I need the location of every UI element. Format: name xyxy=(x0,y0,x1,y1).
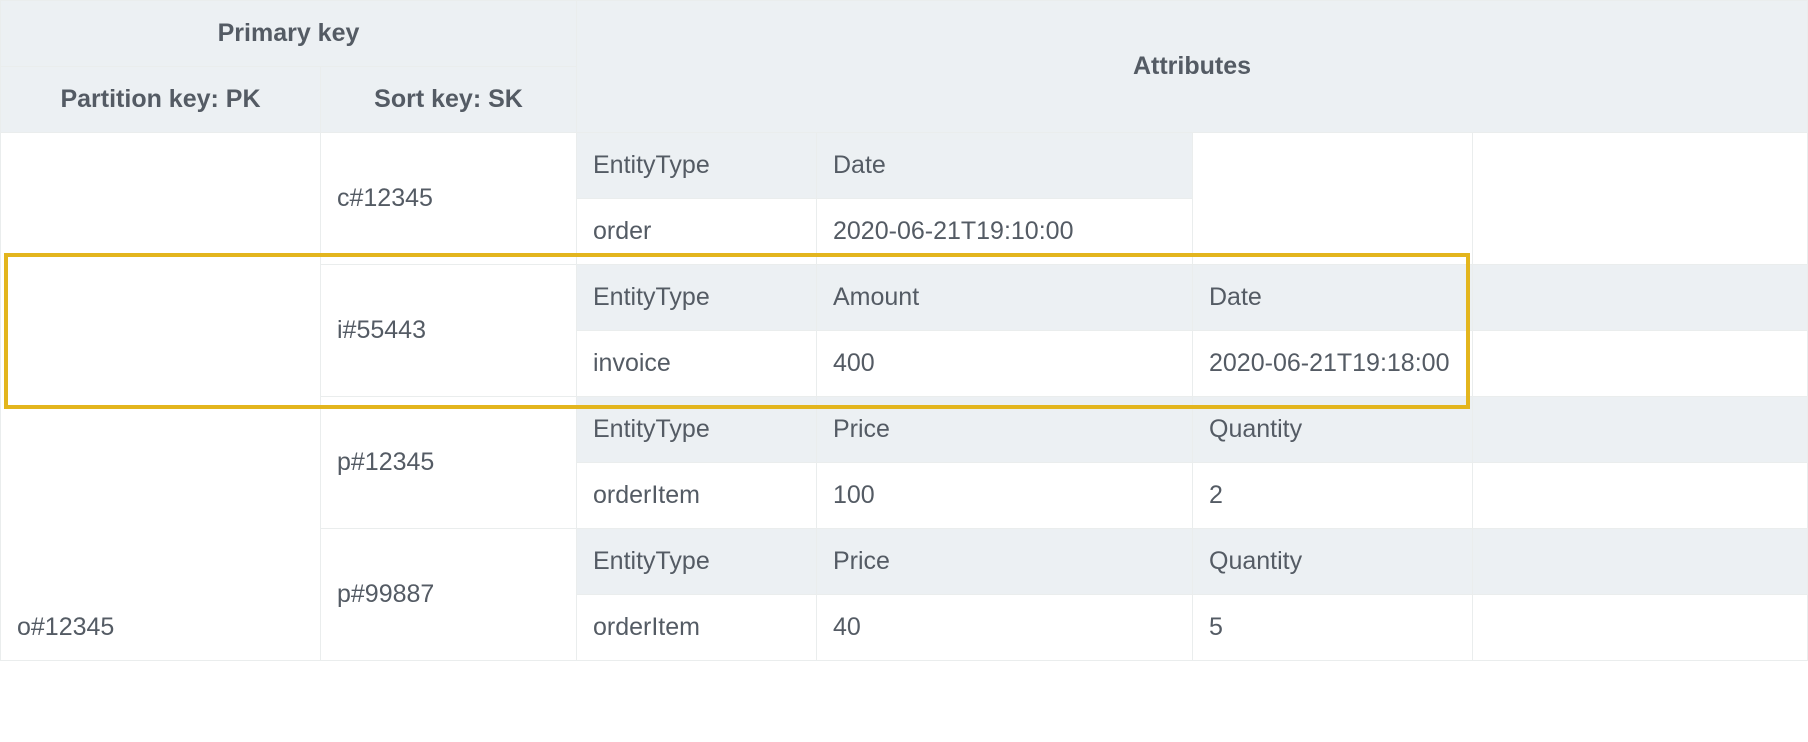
attr-value: 40 xyxy=(817,595,1193,661)
attr-value xyxy=(1473,463,1808,529)
attr-value: orderItem xyxy=(577,463,817,529)
header-sort-key: Sort key: SK xyxy=(321,67,577,133)
attr-value: 2 xyxy=(1193,463,1473,529)
header-attributes: Attributes xyxy=(577,1,1808,133)
attr-value: order xyxy=(577,199,817,265)
attr-header: Quantity xyxy=(1193,529,1473,595)
attr-value xyxy=(1473,595,1808,661)
attr-header: EntityType xyxy=(577,265,817,331)
sort-key-cell: i#55443 xyxy=(321,265,577,397)
attr-value: 400 xyxy=(817,331,1193,397)
attr-header xyxy=(1473,529,1808,595)
attr-header xyxy=(1473,265,1808,331)
attr-value: 5 xyxy=(1193,595,1473,661)
attr-value xyxy=(1473,331,1808,397)
header-primary-key: Primary key xyxy=(1,1,577,67)
attr-header: EntityType xyxy=(577,529,817,595)
sort-key-cell: c#12345 xyxy=(321,133,577,265)
header-partition-key: Partition key: PK xyxy=(1,67,321,133)
attr-header: Date xyxy=(1193,265,1473,331)
attr-header: Quantity xyxy=(1193,397,1473,463)
attr-header: EntityType xyxy=(577,397,817,463)
attr-value: orderItem xyxy=(577,595,817,661)
attr-value: 2020-06-21T19:10:00 xyxy=(817,199,1193,265)
attr-value: invoice xyxy=(577,331,817,397)
partition-key-cell: o#12345 xyxy=(1,133,321,661)
sort-key-cell: p#12345 xyxy=(321,397,577,529)
dynamodb-table: Primary key Attributes Partition key: PK… xyxy=(0,0,1808,661)
attr-value: 100 xyxy=(817,463,1193,529)
sort-key-cell: p#99887 xyxy=(321,529,577,661)
attr-header: Price xyxy=(817,529,1193,595)
attr-empty xyxy=(1473,133,1808,265)
attr-header: Price xyxy=(817,397,1193,463)
attr-value: 2020-06-21T19:18:00 xyxy=(1193,331,1473,397)
attr-header: Amount xyxy=(817,265,1193,331)
attr-header: Date xyxy=(817,133,1193,199)
attr-empty xyxy=(1193,133,1473,265)
partition-key-value: o#12345 xyxy=(1,595,320,660)
attr-header: EntityType xyxy=(577,133,817,199)
attr-header xyxy=(1473,397,1808,463)
